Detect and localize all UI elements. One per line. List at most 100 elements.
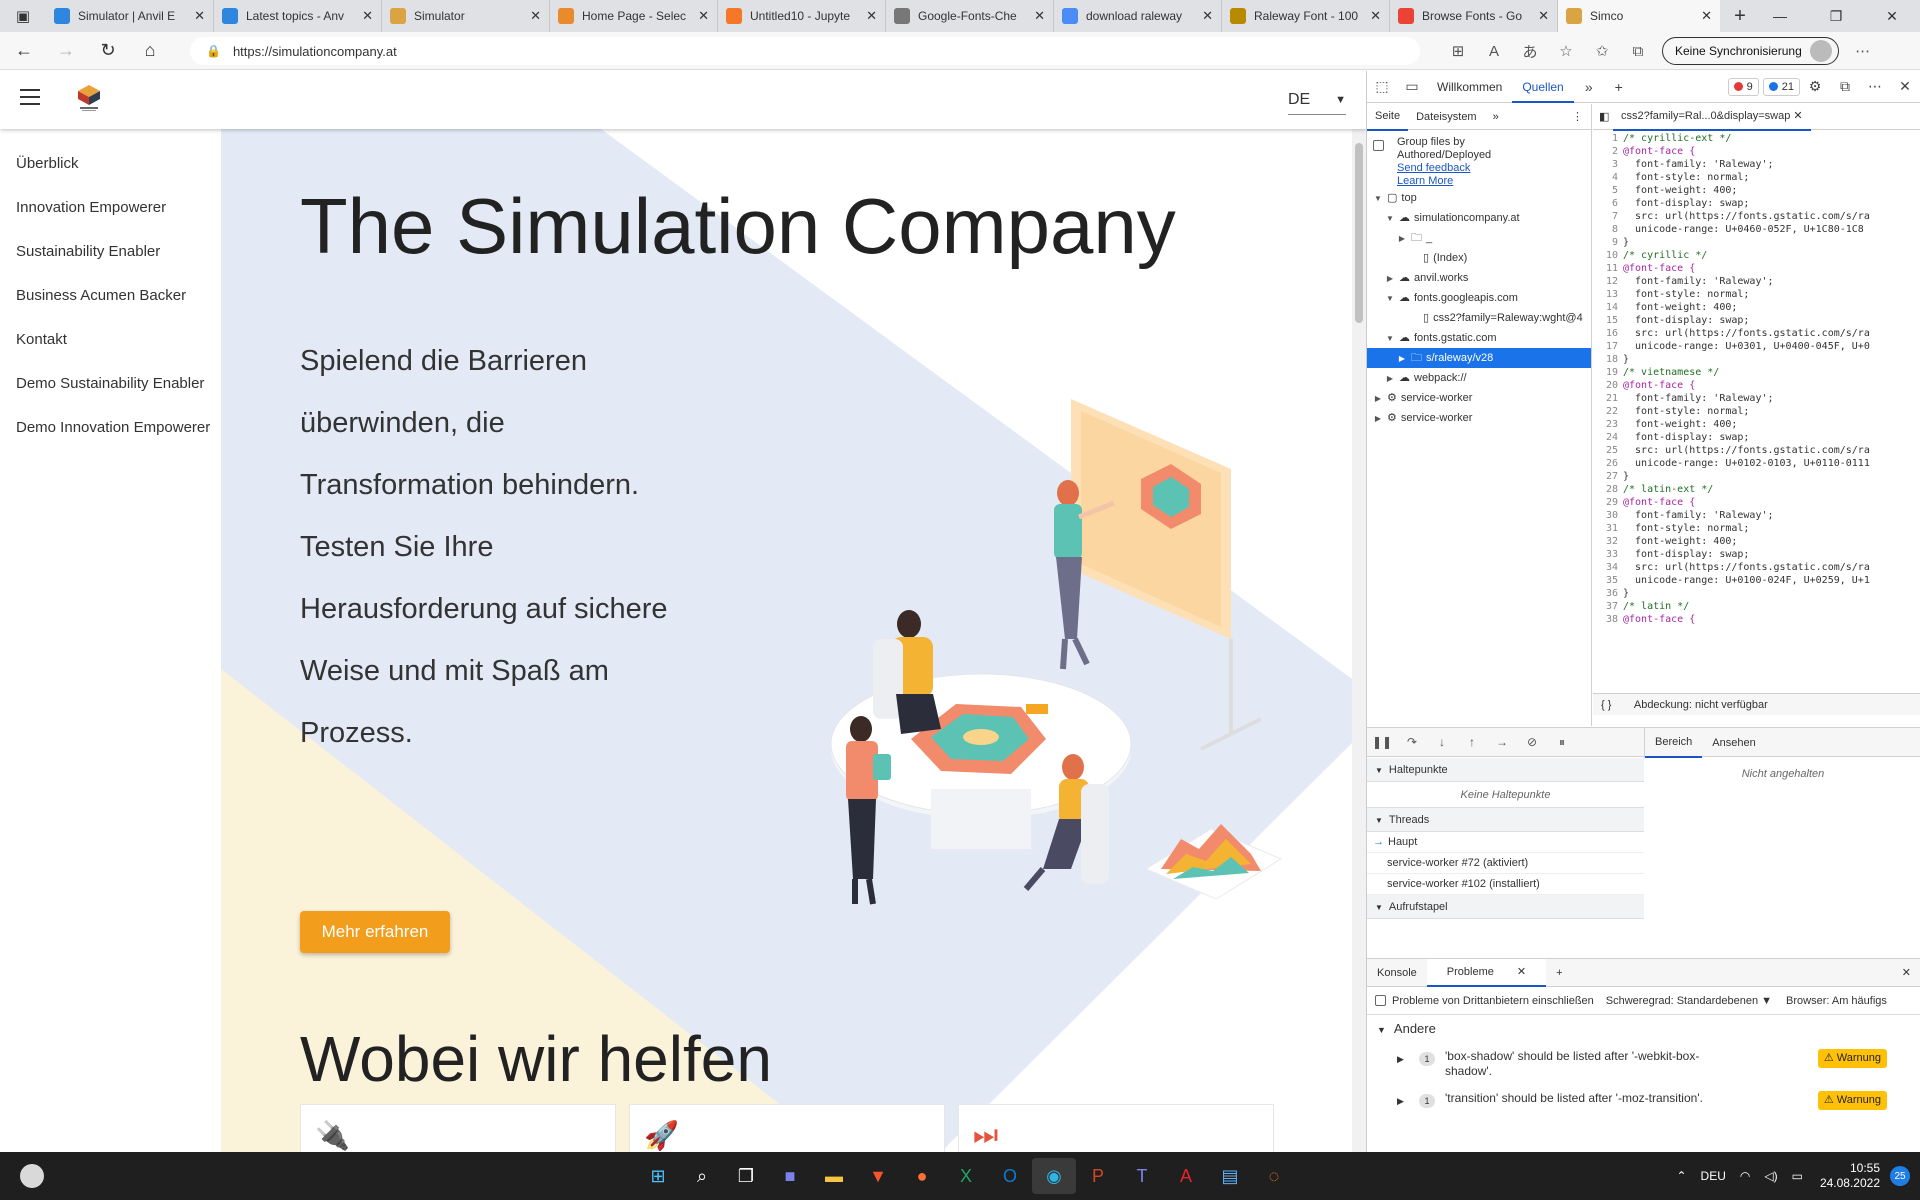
edge-icon[interactable]: ◉ [1032,1158,1076,1194]
tab-page[interactable]: Seite [1367,103,1409,131]
file-tree-node[interactable]: ▶ ☁ webpack:// [1367,368,1591,388]
tab-welcome[interactable]: Willkommen [1427,71,1512,103]
file-tree-node[interactable]: ▶ ☁ anvil.works [1367,268,1591,288]
file-tree-node[interactable]: ▼ ☁ fonts.gstatic.com [1367,328,1591,348]
powerpoint-icon[interactable]: P [1076,1158,1120,1194]
device-emulation-icon[interactable]: ▭ [1397,78,1427,95]
close-icon[interactable]: ✕ [1034,8,1045,24]
back-icon[interactable]: ← [6,35,42,67]
chat-icon[interactable]: ■ [768,1158,812,1194]
battery-icon[interactable]: ▭ [1792,1169,1803,1183]
dock-side-icon[interactable]: ⧉ [1830,78,1860,95]
sidebar-item[interactable]: Sustainability Enabler [0,230,221,274]
service-card-2[interactable]: 🚀 [629,1104,945,1152]
thread-item[interactable]: service-worker #102 (installiert) [1367,874,1644,895]
toggle-navigator-icon[interactable]: ◧ [1599,110,1609,123]
file-explorer-icon[interactable]: ▬ [812,1158,856,1194]
clock[interactable]: 10:55 24.08.2022 [1820,1161,1880,1191]
threads-section[interactable]: ▼ Threads [1367,808,1644,832]
close-icon[interactable]: ✕ [530,8,541,24]
window-close-icon[interactable]: ✕ [1864,0,1920,32]
maximize-icon[interactable]: ❐ [1808,0,1864,32]
volume-icon[interactable]: ◁) [1764,1169,1777,1183]
browser-tab[interactable]: Latest topics - Anv ✕ [214,0,382,32]
add-tool-icon[interactable]: + [1604,79,1634,95]
devtools-close-icon[interactable]: ✕ [1890,78,1920,95]
file-tree-node[interactable]: ▯ css2?family=Raleway:wght@4 [1367,308,1591,328]
tab-watch[interactable]: Ansehen [1702,729,1765,757]
weather-icon[interactable] [20,1164,44,1188]
show-hidden-icons-icon[interactable]: ⌃ [1676,1169,1686,1183]
step-into-icon[interactable]: ↓ [1427,735,1457,749]
firefox-icon[interactable]: ● [900,1158,944,1194]
file-tree-node[interactable]: ▼ ☁ fonts.googleapis.com [1367,288,1591,308]
favorites-icon[interactable]: ✩ [1584,36,1620,66]
learn-more-link[interactable]: Learn More [1397,175,1491,188]
task-view-icon[interactable]: ❐ [724,1158,768,1194]
sidebar-item[interactable]: Überblick [0,142,221,186]
tab-active[interactable]: Simco ✕ [1558,0,1720,32]
outlook-icon[interactable]: O [988,1158,1032,1194]
favorite-star-icon[interactable]: ☆ [1548,36,1584,66]
settings-gear-icon[interactable]: ⚙ [1800,78,1830,95]
tab-filesystem[interactable]: Dateisystem [1408,104,1485,130]
editor-file-tab[interactable]: css2?family=Ral...0&display=swap ✕ [1613,104,1811,131]
scrollbar-thumb[interactable] [1355,143,1363,323]
sidebar-item[interactable]: Business Acumen Backer [0,274,221,318]
notification-badge[interactable]: 25 [1890,1166,1910,1186]
step-over-icon[interactable]: ↷ [1397,735,1427,749]
thread-item[interactable]: → Haupt [1367,832,1644,853]
devtools-more-icon[interactable]: ⋯ [1860,78,1890,95]
tab-actions-menu-icon[interactable]: ▣ [0,0,46,32]
sidebar-item[interactable]: Kontakt [0,318,221,362]
forward-icon[interactable]: → [48,35,84,67]
file-tree-node[interactable]: ▼ ▢ top [1367,188,1591,208]
jupyter-icon[interactable]: ◌ [1252,1158,1296,1194]
address-bar[interactable]: 🔒 https://simulationcompany.at [190,37,1420,65]
file-tree-node[interactable]: ▶ 🗀 s/raleway/v28 [1367,348,1591,368]
info-count-badge[interactable]: 21 [1762,77,1800,96]
thread-item[interactable]: service-worker #72 (aktiviert) [1367,853,1644,874]
callstack-section[interactable]: ▼ Aufrufstapel [1367,895,1644,919]
hamburger-menu-icon[interactable] [20,89,40,105]
browser-tab[interactable]: Untitled10 - Jupyte ✕ [718,0,886,32]
add-drawer-tab-icon[interactable]: + [1546,960,1572,986]
collections-icon[interactable]: ⧉ [1620,36,1656,66]
read-aloud-icon[interactable]: A [1476,36,1512,66]
close-icon[interactable]: ✕ [1507,966,1536,978]
code-lines[interactable]: 1/* cyrillic-ext */2 @font-face {3 font-f… [1593,132,1913,626]
breakpoints-section[interactable]: ▼ Haltepunkte [1367,758,1644,782]
close-icon[interactable]: ✕ [866,8,877,24]
error-count-badge[interactable]: 9 [1727,77,1759,96]
page-scrollbar[interactable] [1352,129,1366,1152]
send-feedback-link[interactable]: Send feedback [1397,162,1491,175]
close-icon[interactable]: ✕ [1538,8,1549,24]
search-icon[interactable]: ⌕ [680,1158,724,1194]
app-available-icon[interactable]: ⊞ [1440,36,1476,66]
service-card-1[interactable]: 🔌 [300,1104,616,1152]
file-tree-node[interactable]: ▼ ☁ simulationcompany.at [1367,208,1591,228]
browser-tab[interactable]: Browse Fonts - Go ✕ [1390,0,1558,32]
tab-issues[interactable]: Probleme ✕ [1426,958,1547,987]
inspect-element-icon[interactable]: ⬚ [1367,78,1397,95]
notepad-icon[interactable]: ▤ [1208,1158,1252,1194]
acrobat-icon[interactable]: A [1164,1158,1208,1194]
sidebar-item[interactable]: Demo Innovation Empowerer [0,406,221,450]
translate-icon[interactable]: あ [1512,36,1548,66]
step-icon[interactable]: → [1487,735,1517,749]
file-tree-node[interactable]: ▯ (Index) [1367,248,1591,268]
step-out-icon[interactable]: ↑ [1457,735,1487,749]
browser-tab[interactable]: Raleway Font - 100 ✕ [1222,0,1390,32]
close-icon[interactable]: ✕ [1793,110,1802,122]
third-party-checkbox[interactable] [1375,995,1386,1006]
teams-icon[interactable]: T [1120,1158,1164,1194]
close-icon[interactable]: ✕ [194,8,205,24]
tab-scope[interactable]: Bereich [1645,728,1703,758]
lock-icon[interactable]: 🔒 [206,44,221,58]
tab-console[interactable]: Konsole [1367,960,1427,986]
browser-tab[interactable]: Home Page - Selec ✕ [550,0,718,32]
sync-button[interactable]: Keine Synchronisierung [1662,37,1839,65]
pause-icon[interactable]: ❚❚ [1367,735,1397,749]
severity-select[interactable]: Schweregrad: Standardebenen ▼ [1606,995,1772,1007]
browser-tab[interactable]: Simulator ✕ [382,0,550,32]
